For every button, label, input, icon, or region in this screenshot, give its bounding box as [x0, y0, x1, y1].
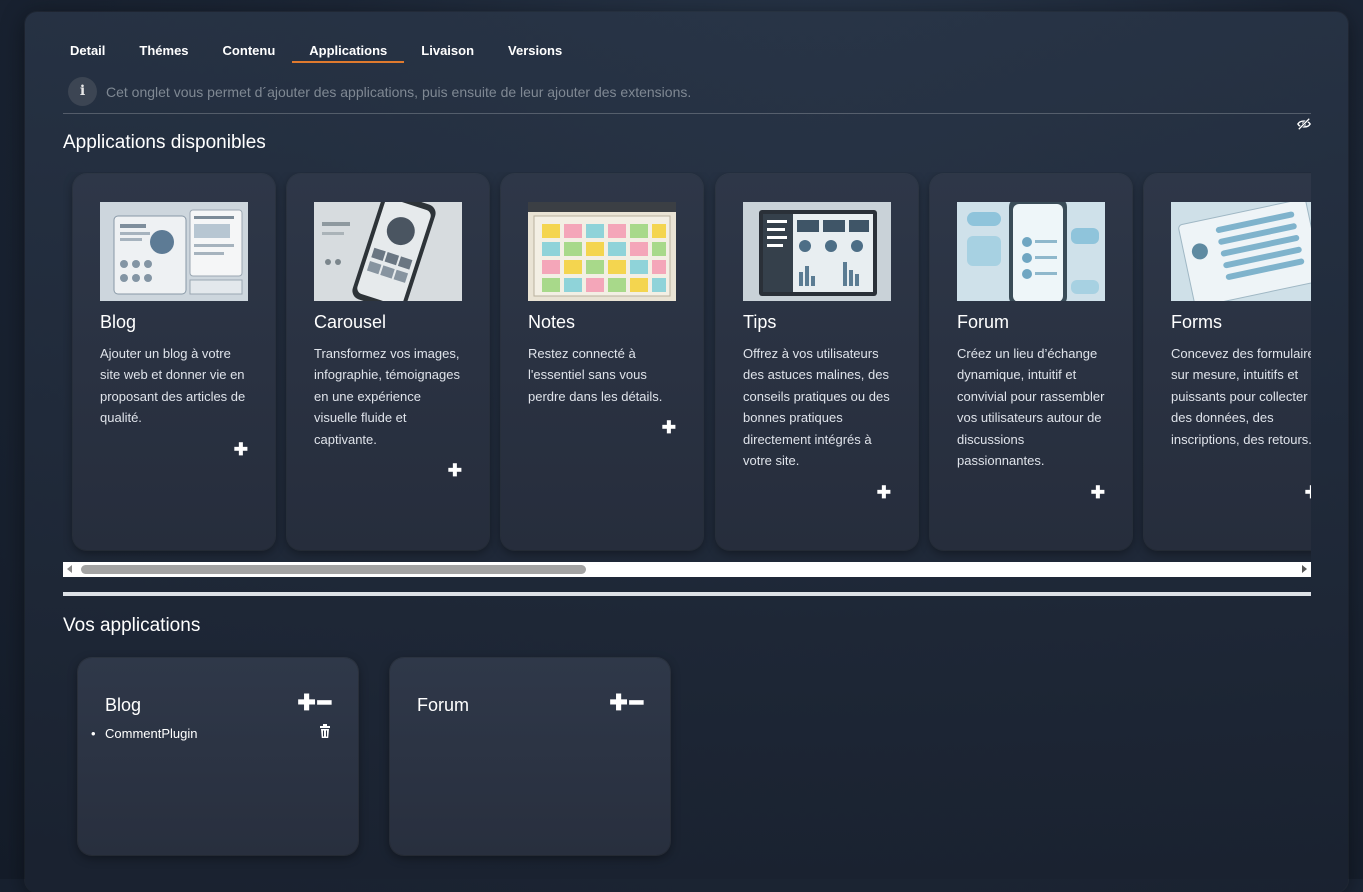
- tips-thumbnail: [743, 202, 891, 301]
- add-extension-button[interactable]: ✚: [609, 692, 627, 714]
- app-card-blog: Blog Ajouter un blog à votre site web et…: [73, 174, 275, 550]
- app-card-tips: Tips Offrez à vos utilisateurs des astuc…: [716, 174, 918, 550]
- app-card-notes: Notes Restez connecté à l'essentiel sans…: [501, 174, 703, 550]
- carousel-thumbnail: [314, 202, 462, 301]
- add-tips-button[interactable]: ✚: [877, 483, 891, 503]
- app-card-title: Carousel: [314, 312, 387, 332]
- tab-livraison[interactable]: Livaison: [404, 34, 491, 62]
- scroll-right-icon[interactable]: [1302, 565, 1307, 573]
- tab-bar: Detail Thémes Contenu Applications Livai…: [53, 34, 579, 63]
- remove-app-button[interactable]: ━: [318, 692, 331, 714]
- add-forms-button[interactable]: ✚: [1305, 483, 1311, 503]
- app-card-description: Transformez vos images, infographie, tém…: [314, 346, 460, 447]
- app-card-forms: Forms Concevez des formulaires sur mesur…: [1144, 174, 1311, 550]
- app-card-forum: Forum Créez un lieu d’échange dynamique,…: [930, 174, 1132, 550]
- scroll-left-icon[interactable]: [67, 565, 72, 573]
- forms-thumbnail: [1171, 202, 1311, 301]
- my-app-title: Blog: [105, 695, 142, 715]
- info-text: Cet onglet vous permet d´ajouter des app…: [106, 84, 692, 100]
- available-apps-carousel: Blog Ajouter un blog à votre site web et…: [63, 172, 1311, 562]
- add-forum-button[interactable]: ✚: [1091, 483, 1105, 503]
- scrollbar-thumb[interactable]: [81, 565, 586, 574]
- forum-thumbnail: [957, 202, 1105, 301]
- add-carousel-button[interactable]: ✚: [448, 461, 462, 481]
- app-card-title: Blog: [100, 312, 137, 332]
- app-card-title: Notes: [528, 312, 576, 332]
- my-app-card-forum: Forum ✚ ━: [390, 658, 670, 855]
- trash-icon[interactable]: [319, 724, 331, 738]
- notes-thumbnail: [528, 202, 676, 301]
- eye-slash-icon[interactable]: [1297, 117, 1311, 131]
- tab-versions[interactable]: Versions: [491, 34, 579, 62]
- tab-themes[interactable]: Thémes: [122, 34, 205, 62]
- plugin-item: CommentPlugin: [91, 726, 197, 741]
- app-card-carousel: Carousel Transformez vos images, infogra…: [287, 174, 489, 550]
- app-actions: ✚ ━: [297, 692, 331, 714]
- my-app-title: Forum: [417, 695, 470, 715]
- app-card-description: Ajouter un blog à votre site web et donn…: [100, 346, 246, 426]
- tab-detail[interactable]: Detail: [53, 34, 122, 62]
- blog-thumbnail: [100, 202, 248, 301]
- app-card-title: Tips: [743, 312, 777, 332]
- app-card-description: Restez connecté à l'essentiel sans vous …: [528, 346, 663, 404]
- remove-app-button[interactable]: ━: [630, 692, 643, 714]
- info-icon: i: [68, 77, 97, 106]
- app-card-description: Créez un lieu d’échange dynamique, intui…: [957, 346, 1105, 469]
- app-card-title: Forum: [957, 312, 1010, 332]
- my-apps-title: Vos applications: [63, 615, 201, 636]
- add-extension-button[interactable]: ✚: [297, 692, 315, 714]
- my-app-card-blog: Blog ✚ ━ CommentPlugin: [78, 658, 358, 855]
- tab-applications[interactable]: Applications: [292, 34, 405, 63]
- add-blog-button[interactable]: ✚: [234, 440, 248, 460]
- app-card-description: Offrez à vos utilisateurs des astuces ma…: [743, 346, 890, 469]
- tab-contenu[interactable]: Contenu: [206, 34, 293, 62]
- app-card-description: Concevez des formulaires sur mesure, int…: [1171, 346, 1311, 447]
- plugin-list: CommentPlugin: [91, 726, 197, 741]
- add-notes-button[interactable]: ✚: [662, 418, 676, 438]
- section-divider: [63, 592, 1311, 596]
- app-actions: ✚ ━: [609, 692, 643, 714]
- available-apps-title: Applications disponibles: [63, 132, 266, 153]
- app-card-title: Forms: [1171, 312, 1222, 332]
- info-banner: i Cet onglet vous permet d´ajouter des a…: [63, 76, 1311, 114]
- horizontal-scrollbar[interactable]: [63, 562, 1311, 577]
